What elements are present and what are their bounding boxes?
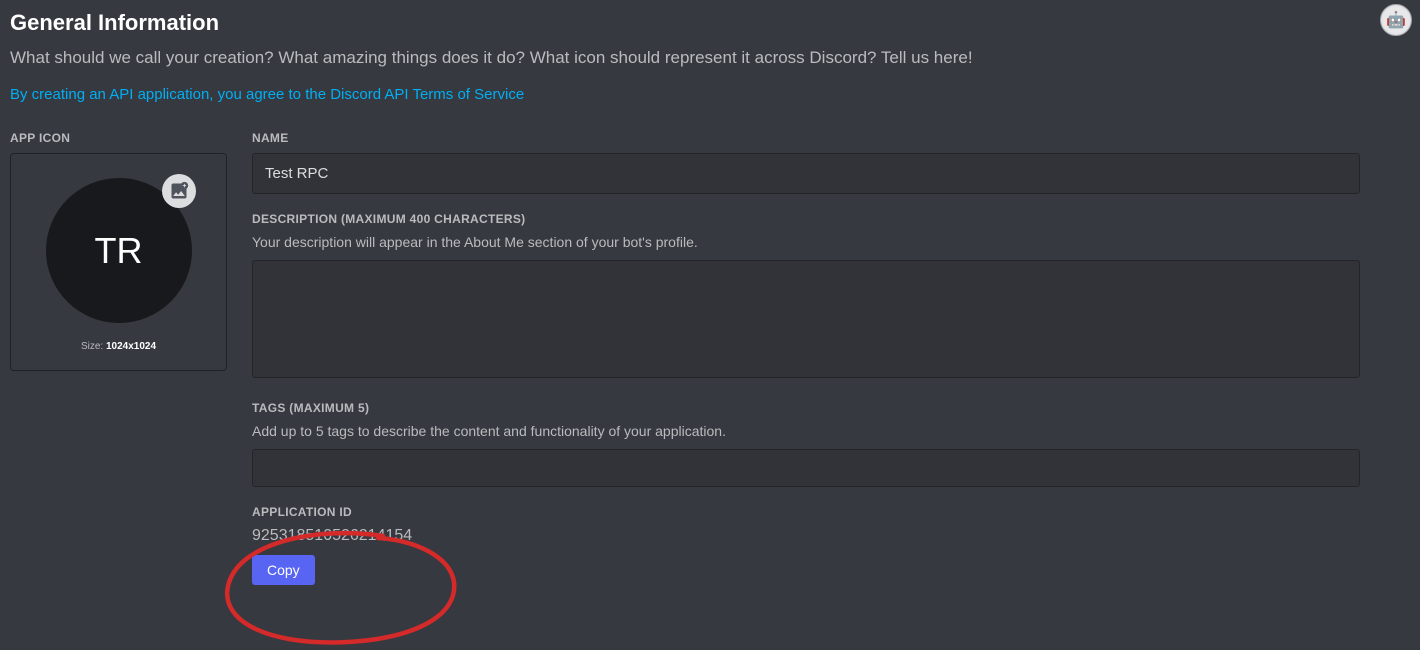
tags-input[interactable] bbox=[252, 449, 1360, 487]
avatar: TR bbox=[46, 178, 192, 323]
upload-image-badge[interactable] bbox=[162, 174, 196, 208]
app-icon-label: APP ICON bbox=[10, 131, 227, 145]
name-input[interactable] bbox=[252, 153, 1360, 194]
avatar-initials: TR bbox=[95, 230, 143, 272]
description-help: Your description will appear in the Abou… bbox=[252, 234, 1360, 250]
name-label: NAME bbox=[252, 131, 1360, 145]
application-id-label: APPLICATION ID bbox=[252, 505, 1360, 519]
page-subtitle: What should we call your creation? What … bbox=[10, 48, 1410, 68]
copy-button[interactable]: Copy bbox=[252, 555, 315, 585]
bot-emblem-icon: 🤖 bbox=[1380, 4, 1412, 36]
tags-label: TAGS (MAXIMUM 5) bbox=[252, 401, 1360, 415]
tos-link[interactable]: By creating an API application, you agre… bbox=[10, 86, 524, 103]
image-add-icon bbox=[169, 181, 189, 201]
tags-help: Add up to 5 tags to describe the content… bbox=[252, 423, 1360, 439]
description-input[interactable] bbox=[252, 260, 1360, 378]
app-icon-upload-box[interactable]: TR Size: 1024x1024 bbox=[10, 153, 227, 371]
application-id-value: 925318510526214154 bbox=[252, 527, 1360, 545]
size-hint: Size: 1024x1024 bbox=[81, 341, 156, 352]
page-title: General Information bbox=[10, 10, 1410, 36]
description-label: DESCRIPTION (MAXIMUM 400 CHARACTERS) bbox=[252, 212, 1360, 226]
